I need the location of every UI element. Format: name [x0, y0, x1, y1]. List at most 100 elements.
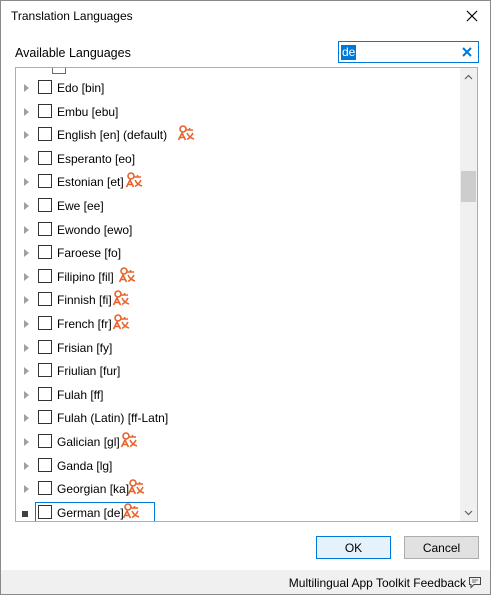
machine-translation-icon — [177, 125, 195, 141]
language-label: German [de] — [57, 505, 124, 520]
language-tree-list[interactable]: Edo [bin] Embu [ebu] English [en] (default… — [15, 67, 478, 522]
language-checkbox[interactable] — [38, 457, 52, 472]
language-checkbox[interactable] — [38, 386, 52, 401]
language-row[interactable]: Faroese [fo] — [16, 242, 460, 265]
language-checkbox[interactable] — [38, 363, 52, 378]
machine-translation-icon — [118, 266, 136, 283]
machine-translation-icon — [125, 172, 143, 188]
language-checkbox[interactable] — [38, 80, 52, 94]
chevron-down-icon — [464, 510, 473, 515]
translation-languages-dialog: Translation Languages Available Language… — [0, 0, 491, 595]
machine-translation-icon — [112, 290, 130, 306]
available-languages-label: Available Languages — [15, 46, 131, 60]
language-label: English [en] (default) — [57, 128, 168, 143]
language-row[interactable]: Estonian [et] — [16, 171, 460, 194]
language-label: Embu [ebu] — [57, 104, 119, 119]
language-label: Estonian [et] — [57, 175, 124, 190]
clear-search-icon — [462, 47, 472, 57]
language-row[interactable]: German [de] — [16, 501, 460, 521]
language-row[interactable]: Embu [ebu] — [16, 101, 460, 124]
language-label: Galician [gl] — [57, 435, 120, 449]
collapsed-arrow-icon[interactable] — [24, 390, 29, 399]
language-checkbox[interactable] — [38, 504, 52, 519]
collapsed-arrow-icon[interactable] — [24, 202, 29, 210]
language-label: Friulian [fur] — [57, 364, 121, 379]
language-search-input[interactable]: de — [338, 41, 479, 63]
language-label: Finnish [fi] — [57, 293, 112, 308]
dialog-title: Translation Languages — [11, 9, 133, 23]
language-row[interactable]: Filipino [fil] — [16, 266, 460, 289]
language-label: Faroese [fo] — [57, 246, 122, 261]
language-checkbox[interactable] — [38, 174, 52, 189]
collapsed-arrow-icon[interactable] — [24, 343, 29, 352]
machine-translation-icon — [112, 314, 130, 330]
language-checkbox[interactable] — [38, 268, 52, 283]
collapsed-arrow-icon[interactable] — [24, 272, 29, 281]
language-checkbox[interactable] — [38, 481, 52, 496]
cancel-button[interactable]: Cancel — [404, 536, 479, 559]
language-label: Edo [bin] — [57, 81, 105, 95]
language-row[interactable]: Galician [gl] — [16, 431, 460, 454]
language-label: Esperanto [eo] — [57, 151, 136, 166]
collapsed-arrow-icon[interactable] — [24, 320, 29, 328]
close-icon — [466, 10, 478, 22]
collapsed-arrow-icon[interactable] — [24, 461, 29, 470]
collapsed-arrow-icon[interactable] — [24, 225, 29, 234]
language-label: Fulah (Latin) [ff-Latn] — [57, 411, 169, 426]
language-row[interactable]: French [fr] — [16, 313, 460, 336]
collapsed-arrow-icon[interactable] — [24, 107, 29, 116]
language-row[interactable]: Ganda [lg] — [16, 455, 460, 478]
language-row[interactable]: Frisian [fy] — [16, 337, 460, 360]
language-checkbox[interactable] — [38, 245, 52, 260]
language-label: Georgian [ka] — [57, 482, 130, 497]
feedback-speech-icon[interactable] — [468, 576, 482, 589]
language-checkbox[interactable] — [38, 221, 52, 236]
language-row[interactable]: Edo [bin] — [16, 77, 460, 100]
scrollbar-thumb[interactable] — [461, 171, 476, 202]
language-checkbox[interactable] — [38, 292, 52, 307]
language-checkbox[interactable] — [38, 316, 52, 330]
language-row[interactable]: Georgian [ka] — [16, 478, 460, 501]
language-checkbox[interactable] — [38, 339, 52, 354]
collapsed-arrow-icon[interactable] — [24, 485, 29, 494]
clear-search-button[interactable] — [459, 44, 475, 60]
collapsed-arrow-icon[interactable] — [24, 178, 29, 187]
language-checkbox[interactable] — [38, 434, 52, 448]
machine-translation-icon — [127, 479, 145, 495]
language-row[interactable]: Esperanto [eo] — [16, 148, 460, 171]
partially-hidden-checkbox — [52, 68, 66, 74]
machine-translation-icon — [122, 502, 140, 519]
language-checkbox[interactable] — [38, 127, 52, 142]
footer-bar: Multilingual App Toolkit Feedback — [1, 570, 490, 594]
language-checkbox[interactable] — [38, 198, 52, 212]
collapsed-arrow-icon[interactable] — [24, 296, 29, 305]
language-row[interactable]: English [en] (default) — [16, 124, 460, 147]
title-bar: Translation Languages — [1, 1, 490, 31]
language-row[interactable]: Fulah (Latin) [ff-Latn] — [16, 407, 460, 430]
language-row[interactable]: Friulian [fur] — [16, 360, 460, 383]
collapsed-arrow-icon[interactable] — [24, 438, 29, 446]
collapsed-arrow-icon[interactable] — [24, 414, 29, 423]
vertical-scrollbar[interactable] — [460, 68, 477, 521]
collapsed-arrow-icon[interactable] — [24, 154, 29, 163]
feedback-link[interactable]: Multilingual App Toolkit Feedback — [289, 576, 466, 590]
collapsed-arrow-icon[interactable] — [24, 249, 29, 258]
language-checkbox[interactable] — [38, 410, 52, 425]
scroll-up-button[interactable] — [460, 68, 477, 85]
language-label: Ewe [ee] — [57, 199, 104, 213]
language-row[interactable]: Ewondo [ewo] — [16, 219, 460, 242]
scroll-down-button[interactable] — [460, 504, 477, 521]
language-checkbox[interactable] — [38, 150, 52, 165]
ok-button[interactable]: OK — [316, 536, 391, 559]
language-row[interactable]: Finnish [fi] — [16, 289, 460, 312]
language-row[interactable]: Ewe [ee] — [16, 195, 460, 218]
language-label: French [fr] — [57, 317, 112, 331]
language-label: Fulah [ff] — [57, 387, 104, 402]
expanded-arrow-icon[interactable] — [22, 510, 28, 517]
collapsed-arrow-icon[interactable] — [24, 367, 29, 376]
language-row[interactable]: Fulah [ff] — [16, 384, 460, 407]
language-checkbox[interactable] — [38, 103, 52, 118]
close-button[interactable] — [458, 3, 486, 29]
collapsed-arrow-icon[interactable] — [24, 84, 29, 92]
collapsed-arrow-icon[interactable] — [24, 131, 29, 140]
